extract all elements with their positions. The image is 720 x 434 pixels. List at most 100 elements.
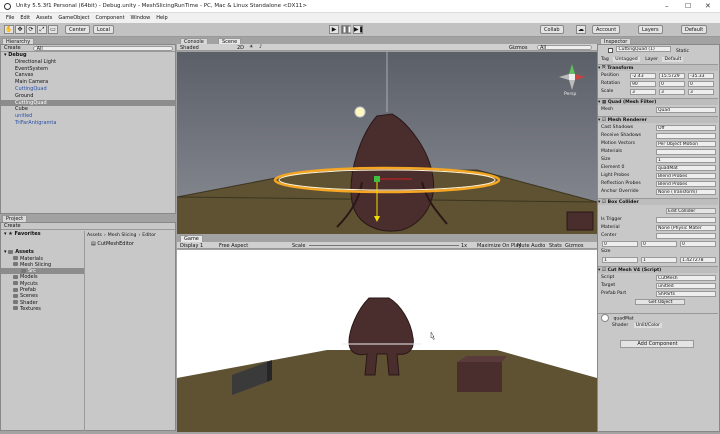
move-tool-icon[interactable]: ✥: [15, 25, 25, 34]
mesh-field[interactable]: Quad: [656, 107, 716, 113]
project-create-button[interactable]: Create: [4, 223, 21, 229]
maximize-button[interactable]: ☐: [685, 2, 691, 10]
tab-game[interactable]: Game: [180, 235, 203, 242]
scale-tool-icon[interactable]: ⤢: [37, 25, 47, 34]
2d-toggle[interactable]: 2D: [237, 45, 244, 51]
collider-size-z-field[interactable]: 1.427278: [680, 257, 716, 263]
scene-search-input[interactable]: All: [537, 45, 592, 51]
static-toggle[interactable]: Static: [676, 49, 689, 54]
close-button[interactable]: ✕: [705, 2, 711, 10]
mute-audio-button[interactable]: Mute Audio: [517, 243, 545, 249]
display-select[interactable]: Display 1: [180, 243, 203, 249]
cloud-icon[interactable]: ☁: [576, 25, 586, 34]
scale-slider[interactable]: [309, 245, 459, 246]
hierarchy-item[interactable]: CuttingQuad: [1, 86, 175, 93]
breadcrumb-editor[interactable]: Editor: [142, 233, 156, 238]
orientation-gizmo[interactable]: Persp: [557, 62, 587, 97]
box-collider-checkbox[interactable]: ☑: [602, 200, 606, 205]
hierarchy-item[interactable]: Main Camera: [1, 79, 175, 86]
hand-tool-icon[interactable]: ✋: [4, 25, 14, 34]
favorites-folder[interactable]: ▾ ★ Favorites: [1, 231, 84, 237]
collider-center-y-field[interactable]: 0: [641, 241, 677, 247]
light-toggle-icon[interactable]: ☀: [249, 44, 253, 50]
collider-size-x-field[interactable]: 1: [602, 257, 638, 263]
menu-assets[interactable]: Assets: [36, 15, 52, 21]
minimize-button[interactable]: –: [665, 2, 669, 10]
tab-project[interactable]: Project: [2, 215, 28, 222]
pivot-center-button[interactable]: Center: [65, 25, 90, 34]
hierarchy-search-input[interactable]: All: [32, 45, 173, 51]
game-view[interactable]: [177, 250, 597, 432]
transform-scale-y-field[interactable]: 3: [659, 89, 685, 95]
hierarchy-item[interactable]: Canvas: [1, 72, 175, 79]
mesh-renderer-value-field[interactable]: [656, 149, 716, 155]
rotate-tool-icon[interactable]: ⟳: [26, 25, 36, 34]
cut-mesh-value-field[interactable]: CutMesh: [656, 275, 716, 281]
mesh-renderer-value-field[interactable]: Per Object Motion: [656, 141, 716, 147]
cut-mesh-value-field[interactable]: unitled: [656, 283, 716, 289]
collab-button[interactable]: Collab: [540, 25, 564, 34]
hierarchy-create-button[interactable]: Create: [4, 45, 21, 51]
breadcrumb-mesh-slicing[interactable]: Mesh Slicing: [108, 233, 137, 238]
mesh-renderer-value-field[interactable]: Blend Probes: [656, 173, 716, 179]
aspect-select[interactable]: Free Aspect: [219, 243, 248, 249]
box-collider-value-field[interactable]: [656, 217, 716, 223]
menu-file[interactable]: File: [6, 15, 14, 21]
edit-collider-button[interactable]: Edit Collider: [666, 208, 716, 214]
transform-rotation-x-field[interactable]: 90: [630, 81, 656, 87]
hierarchy-item[interactable]: EventSystem: [1, 66, 175, 73]
project-folder[interactable]: Textures: [1, 306, 84, 312]
breadcrumb-assets[interactable]: Assets: [87, 233, 102, 238]
cut-mesh-header[interactable]: ▾ ☑ Cut Mesh V4 (Script): [598, 266, 718, 273]
menu-gameobject[interactable]: GameObject: [58, 15, 89, 21]
maximize-on-play-button[interactable]: Maximize On Play: [477, 243, 521, 249]
transform-position-z-field[interactable]: -35.33: [688, 73, 714, 79]
transform-scale-x-field[interactable]: 3: [630, 89, 656, 95]
layer-select[interactable]: Default: [662, 57, 684, 62]
collider-center-x-field[interactable]: 0: [602, 241, 638, 247]
mesh-renderer-value-field[interactable]: [656, 133, 716, 139]
step-icon[interactable]: ▶❚: [353, 25, 364, 34]
cut-mesh-value-field[interactable]: ShParts: [656, 291, 716, 297]
layout-button[interactable]: Default: [681, 25, 708, 34]
scene-gizmos-button[interactable]: Gizmos: [509, 45, 527, 51]
box-collider-value-field[interactable]: [656, 233, 716, 239]
hierarchy-item[interactable]: unitled: [1, 113, 175, 120]
game-gizmos-button[interactable]: Gizmos: [565, 243, 583, 249]
box-collider-value-field[interactable]: None (Physic Mater: [656, 225, 716, 231]
hierarchy-item[interactable]: Directional Light: [1, 59, 175, 66]
scene-root[interactable]: ▾ Debug: [1, 52, 175, 59]
mesh-renderer-value-field[interactable]: quadMat: [656, 165, 716, 171]
scene-view[interactable]: Persp: [177, 52, 597, 234]
account-button[interactable]: Account: [592, 25, 621, 34]
pivot-local-button[interactable]: Local: [93, 25, 114, 34]
transform-position-y-field[interactable]: 15.5729: [659, 73, 685, 79]
audio-toggle-icon[interactable]: ♪: [259, 44, 262, 50]
get-object-button[interactable]: Get Object: [635, 299, 685, 305]
hierarchy-item[interactable]: Cube: [1, 106, 175, 113]
mesh-renderer-value-field[interactable]: 1: [656, 157, 716, 163]
stats-button[interactable]: Stats: [549, 243, 562, 249]
shader-select[interactable]: Unlit/Color: [633, 323, 662, 328]
transform-scale-z-field[interactable]: 3: [688, 89, 714, 95]
layers-button[interactable]: Layers: [638, 25, 663, 34]
file-cutmesheditor[interactable]: ▤ CutMeshEditor: [91, 241, 134, 247]
hierarchy-item[interactable]: Ground: [1, 93, 175, 100]
transform-position-x-field[interactable]: -2.43: [630, 73, 656, 79]
menu-edit[interactable]: Edit: [20, 15, 30, 21]
mesh-renderer-header[interactable]: ▾ ☑ Mesh Renderer: [598, 116, 718, 123]
cut-mesh-checkbox[interactable]: ☑: [602, 268, 606, 273]
collider-size-y-field[interactable]: 1: [641, 257, 677, 263]
mesh-filter-header[interactable]: ▾ ▦ Quad (Mesh Filter): [598, 98, 718, 105]
rect-tool-icon[interactable]: ▭: [48, 25, 58, 34]
mesh-renderer-checkbox[interactable]: ☑: [602, 118, 606, 123]
hierarchy-item[interactable]: CuttingQuad: [1, 99, 175, 107]
box-collider-header[interactable]: ▾ ☑ Box Collider: [598, 198, 718, 205]
object-active-checkbox[interactable]: [608, 48, 613, 53]
play-icon[interactable]: ▶: [329, 25, 339, 34]
tag-select[interactable]: Untagged: [613, 57, 640, 62]
mesh-renderer-value-field[interactable]: Blend Probes: [656, 181, 716, 187]
mesh-renderer-value-field[interactable]: Off: [656, 125, 716, 131]
shading-mode-select[interactable]: Shaded: [180, 45, 199, 51]
mesh-renderer-value-field[interactable]: None (Transform): [656, 189, 716, 195]
